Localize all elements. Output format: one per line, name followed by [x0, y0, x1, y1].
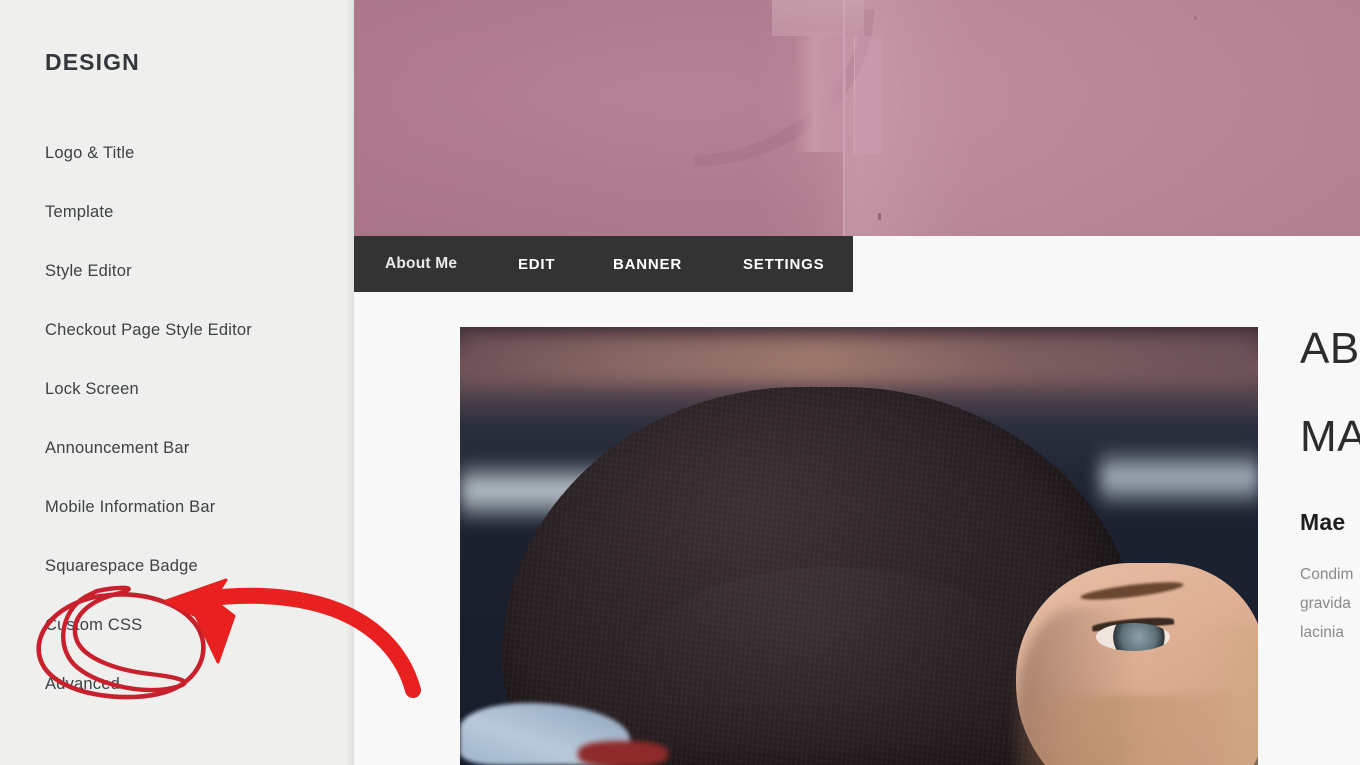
sidebar-item-squarespace-badge[interactable]: Squarespace Badge [45, 558, 198, 575]
design-sidebar: DESIGN Logo & Title Template Style Edito… [0, 0, 354, 765]
portrait-eye [1096, 623, 1170, 651]
banner-wall-bracket [794, 32, 846, 152]
sidebar-item-logo-title[interactable]: Logo & Title [45, 145, 135, 162]
banner-wall-speck [1194, 16, 1197, 20]
sidebar-item-advanced[interactable]: Advanced [45, 676, 120, 693]
about-text-column: AB MA Mae Condim gravida lacinia [1300, 327, 1360, 647]
about-body-copy: Condim gravida lacinia [1300, 560, 1360, 647]
sidebar-inner: DESIGN Logo & Title Template Style Edito… [0, 0, 354, 765]
sidebar-item-announcement-bar[interactable]: Announcement Bar [45, 440, 189, 457]
about-subheading: Mae [1300, 509, 1346, 535]
tab-edit[interactable]: EDIT [518, 257, 555, 272]
portrait-scarf-accent [578, 741, 668, 765]
about-body-line-3: lacinia [1300, 624, 1344, 641]
sidebar-item-template[interactable]: Template [45, 204, 114, 221]
banner-wall-edge-line [843, 0, 845, 236]
portrait-background-band-warm [460, 335, 1258, 383]
page-edit-toolbar: About Me EDIT BANNER SETTINGS [354, 236, 853, 292]
about-body-line-1: Condim [1300, 566, 1354, 583]
portrait-hair-strands [1012, 695, 1232, 765]
portrait-background-band-cool-right [1100, 447, 1258, 507]
portrait-photo-woman-beanie[interactable] [460, 327, 1258, 765]
banner-photo-pink-wall[interactable] [354, 0, 1360, 236]
tab-banner[interactable]: BANNER [613, 257, 682, 272]
sidebar-item-style-editor[interactable]: Style Editor [45, 263, 132, 280]
sidebar-item-lock-screen[interactable]: Lock Screen [45, 381, 139, 398]
toolbar-page-label: About Me [385, 255, 458, 273]
banner-wall-beam [772, 0, 864, 36]
about-heading-line-2: MA [1300, 412, 1360, 461]
page-content: AB MA Mae Condim gravida lacinia [354, 292, 1360, 765]
sidebar-item-mobile-information-bar[interactable]: Mobile Information Bar [45, 499, 215, 516]
banner-wall-mark [878, 213, 881, 220]
site-preview: About Me EDIT BANNER SETTINGS AB MA Mae … [354, 0, 1360, 765]
sidebar-item-custom-css[interactable]: Custom CSS [45, 617, 142, 634]
about-body-line-2: gravida [1300, 595, 1351, 612]
about-heading-line-1: AB [1300, 324, 1360, 373]
tab-settings[interactable]: SETTINGS [743, 257, 824, 272]
sidebar-divider [346, 0, 354, 765]
page-title: DESIGN [45, 49, 140, 75]
sidebar-item-checkout-page-style-editor[interactable]: Checkout Page Style Editor [45, 322, 252, 339]
app-root: DESIGN Logo & Title Template Style Edito… [0, 0, 1360, 765]
banner-wall-panel [854, 36, 882, 154]
